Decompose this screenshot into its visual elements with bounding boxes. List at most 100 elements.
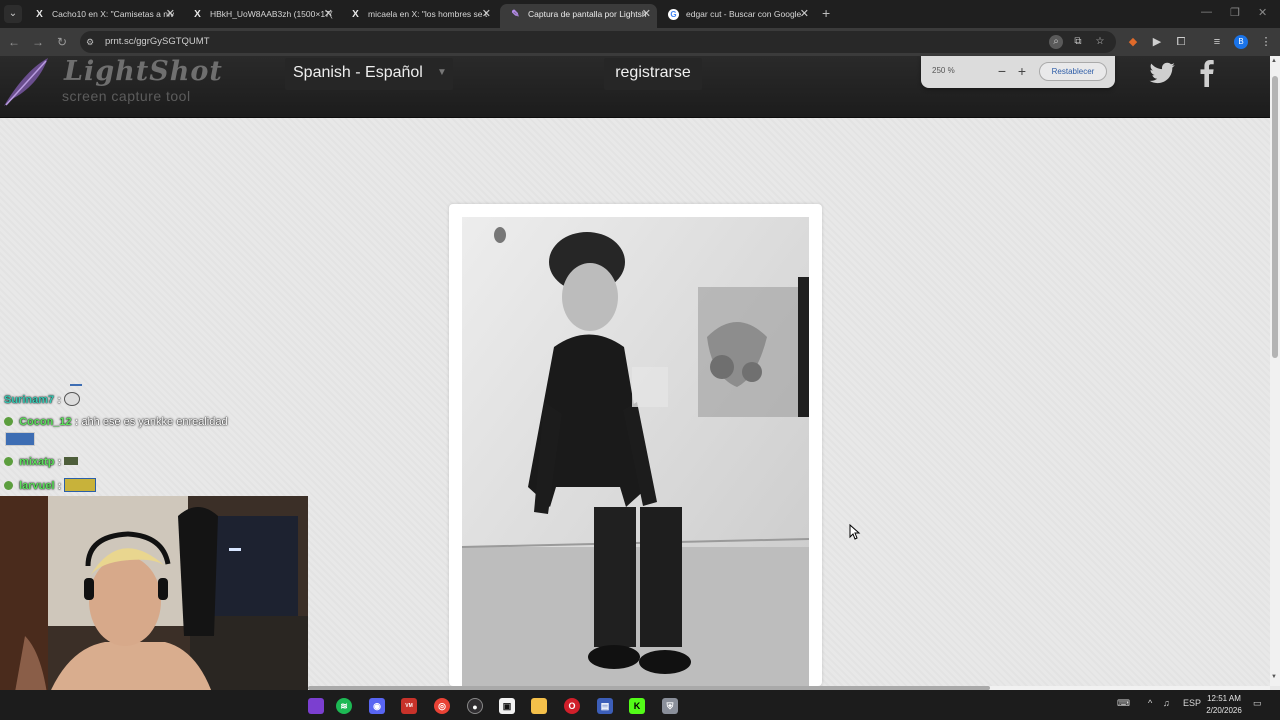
- chat-separator: :: [57, 394, 64, 406]
- extension-play-icon[interactable]: ▶: [1149, 34, 1165, 50]
- x-logo-icon: X: [36, 9, 43, 20]
- scroll-up-icon[interactable]: ▲: [1271, 58, 1277, 64]
- kick-icon[interactable]: K: [629, 698, 645, 714]
- shield-icon[interactable]: ⛨: [662, 698, 678, 714]
- language-select[interactable]: Spanish - Español ▼: [285, 58, 453, 90]
- tab-lightshot[interactable]: ✎ Captura de pantalla por Lightsh ✕: [500, 4, 657, 28]
- mouse-cursor-icon: [849, 524, 861, 540]
- app-icon[interactable]: [308, 698, 324, 714]
- roblox-icon[interactable]: ▣: [499, 698, 515, 714]
- chrome-icon[interactable]: ◎: [434, 698, 450, 714]
- vertical-scrollbar[interactable]: ▲ ▼: [1270, 56, 1280, 686]
- chat-username: mixatp: [19, 456, 55, 468]
- tab-label: Captura de pantalla por Lightsh: [528, 9, 647, 19]
- close-icon[interactable]: ✕: [642, 4, 651, 24]
- zoom-in-button[interactable]: +: [1015, 63, 1029, 79]
- voicemeeter-icon[interactable]: VM: [401, 698, 417, 714]
- app-icon[interactable]: ▤: [597, 698, 613, 714]
- zoom-value: 250 %: [932, 66, 955, 75]
- language-label: Spanish - Español: [293, 64, 423, 81]
- webcam-feed: [0, 496, 308, 720]
- lightshot-feather-logo-icon: [4, 58, 48, 106]
- input-language[interactable]: ESP: [1183, 698, 1201, 708]
- tab-label: edgar cut - Buscar con Google: [686, 9, 802, 19]
- tab-label: micaela en X: "los hombres se t: [368, 9, 488, 19]
- emote-icon: [5, 432, 35, 446]
- chat-message: Cocon_12 : ahh ese es yankke enrealidad: [4, 416, 228, 428]
- chat-separator: :: [57, 480, 65, 492]
- tab-label: Cacho10 en X: "Camisetas a niv: [52, 9, 175, 19]
- clock-time: 12:51 AM: [1207, 694, 1241, 703]
- browser-toolbar: ← → ↻ ⚙ prnt.sc/ggrGySGTQUMT ⌕ ⧉ ☆ ◆ ▶ ⧠…: [0, 28, 1280, 56]
- screen: ⌄ X Cacho10 en X: "Camisetas a niv ✕ X H…: [0, 0, 1280, 720]
- new-tab-button[interactable]: +: [822, 5, 830, 21]
- close-icon[interactable]: ✕: [166, 4, 175, 24]
- scroll-down-icon[interactable]: ▼: [1271, 674, 1277, 680]
- taskbar: ≋ ◉ VM ◎ ● ▣ O ▤ K ⛨ ⌨ ^ ♫ ESP 12:51 AM …: [0, 690, 1280, 720]
- tab-google-search[interactable]: G edgar cut - Buscar con Google ✕: [658, 4, 815, 26]
- restore-icon[interactable]: ❐: [1230, 6, 1240, 19]
- obs-icon[interactable]: ●: [467, 698, 483, 714]
- close-icon[interactable]: ✕: [482, 4, 491, 24]
- clock-date: 2/20/2026: [1206, 706, 1242, 715]
- twitter-icon[interactable]: [1148, 58, 1178, 88]
- zoom-out-button[interactable]: −: [995, 63, 1009, 79]
- chat-message: Surinam7 :: [4, 392, 80, 406]
- bookmark-star-icon[interactable]: ☆: [1093, 35, 1107, 49]
- register-button[interactable]: registrarse: [604, 58, 702, 90]
- chat-badge-icon: [4, 417, 13, 426]
- forward-icon[interactable]: →: [30, 34, 46, 50]
- reload-icon[interactable]: ↻: [54, 34, 70, 50]
- chevron-up-icon[interactable]: ^: [1148, 698, 1152, 708]
- zoom-reset-button[interactable]: Restablecer: [1039, 62, 1107, 81]
- emote-icon: [64, 478, 97, 492]
- url-text[interactable]: prnt.sc/ggrGySGTQUMT: [105, 31, 210, 53]
- lightshot-logo[interactable]: LightShot: [64, 56, 223, 87]
- spotify-icon[interactable]: ≋: [336, 698, 352, 714]
- chat-username: Cocon_12: [19, 416, 72, 428]
- tab-hbkh-image[interactable]: X HBkH_UoW8AAB3zh (1500×17( ✕: [182, 4, 339, 26]
- chat-badge-icon: [4, 457, 13, 466]
- chat-username: Surinam7: [4, 394, 55, 406]
- system-clock[interactable]: 12:51 AM 2/20/2026: [1200, 693, 1248, 717]
- scrollbar-thumb[interactable]: [1272, 76, 1278, 358]
- screenshot-photo[interactable]: [462, 217, 809, 686]
- close-window-icon[interactable]: ✕: [1258, 6, 1267, 19]
- extensions-puzzle-icon[interactable]: ⧠: [1173, 34, 1189, 50]
- zoom-popup: 250 % − + Restablecer: [921, 56, 1115, 88]
- x-logo-icon: X: [194, 9, 201, 20]
- chat-message: mixatp :: [4, 456, 79, 468]
- file-explorer-icon[interactable]: [531, 698, 547, 714]
- close-icon[interactable]: ✕: [324, 4, 333, 24]
- notification-icon[interactable]: ▭: [1253, 698, 1262, 709]
- zoom-icon[interactable]: ⌕: [1049, 35, 1063, 49]
- volume-icon[interactable]: ♫: [1163, 698, 1170, 708]
- chevron-down-icon: ▼: [437, 67, 447, 78]
- chat-text: ahh ese es yankke enrealidad: [81, 416, 228, 428]
- site-info-icon[interactable]: ⚙: [86, 36, 98, 48]
- tab-micaela[interactable]: X micaela en X: "los hombres se t ✕: [340, 4, 497, 26]
- discord-icon[interactable]: ◉: [369, 698, 385, 714]
- chat-message: larvuel :: [4, 478, 97, 492]
- facebook-icon[interactable]: [1192, 58, 1222, 88]
- cast-icon[interactable]: ⧉: [1071, 35, 1085, 49]
- browser-menu-icon[interactable]: ⋮: [1258, 34, 1274, 50]
- profile-avatar[interactable]: B: [1234, 35, 1248, 49]
- minimize-icon[interactable]: —: [1201, 6, 1212, 18]
- close-icon[interactable]: ✕: [800, 4, 809, 24]
- back-icon[interactable]: ←: [6, 34, 22, 50]
- opera-icon[interactable]: O: [564, 698, 580, 714]
- google-icon: G: [668, 9, 679, 20]
- keyboard-icon[interactable]: ⌨: [1117, 698, 1130, 709]
- tab-label: HBkH_UoW8AAB3zh (1500×17(: [210, 9, 333, 19]
- lightshot-tagline: screen capture tool: [62, 88, 191, 104]
- address-bar[interactable]: ⚙ prnt.sc/ggrGySGTQUMT ⌕ ⧉ ☆: [80, 31, 1116, 53]
- tab-search-button[interactable]: ⌄: [4, 5, 22, 23]
- media-controls-icon[interactable]: ≡: [1209, 34, 1225, 50]
- emote-icon: [64, 457, 79, 465]
- tab-cacho10[interactable]: X Cacho10 en X: "Camisetas a niv ✕: [24, 4, 181, 26]
- extension-fox-icon[interactable]: ◆: [1125, 34, 1141, 50]
- browser-tab-strip: ⌄ X Cacho10 en X: "Camisetas a niv ✕ X H…: [0, 0, 1280, 28]
- chat-separator: :: [57, 456, 65, 468]
- chat-username: larvuel: [19, 480, 55, 492]
